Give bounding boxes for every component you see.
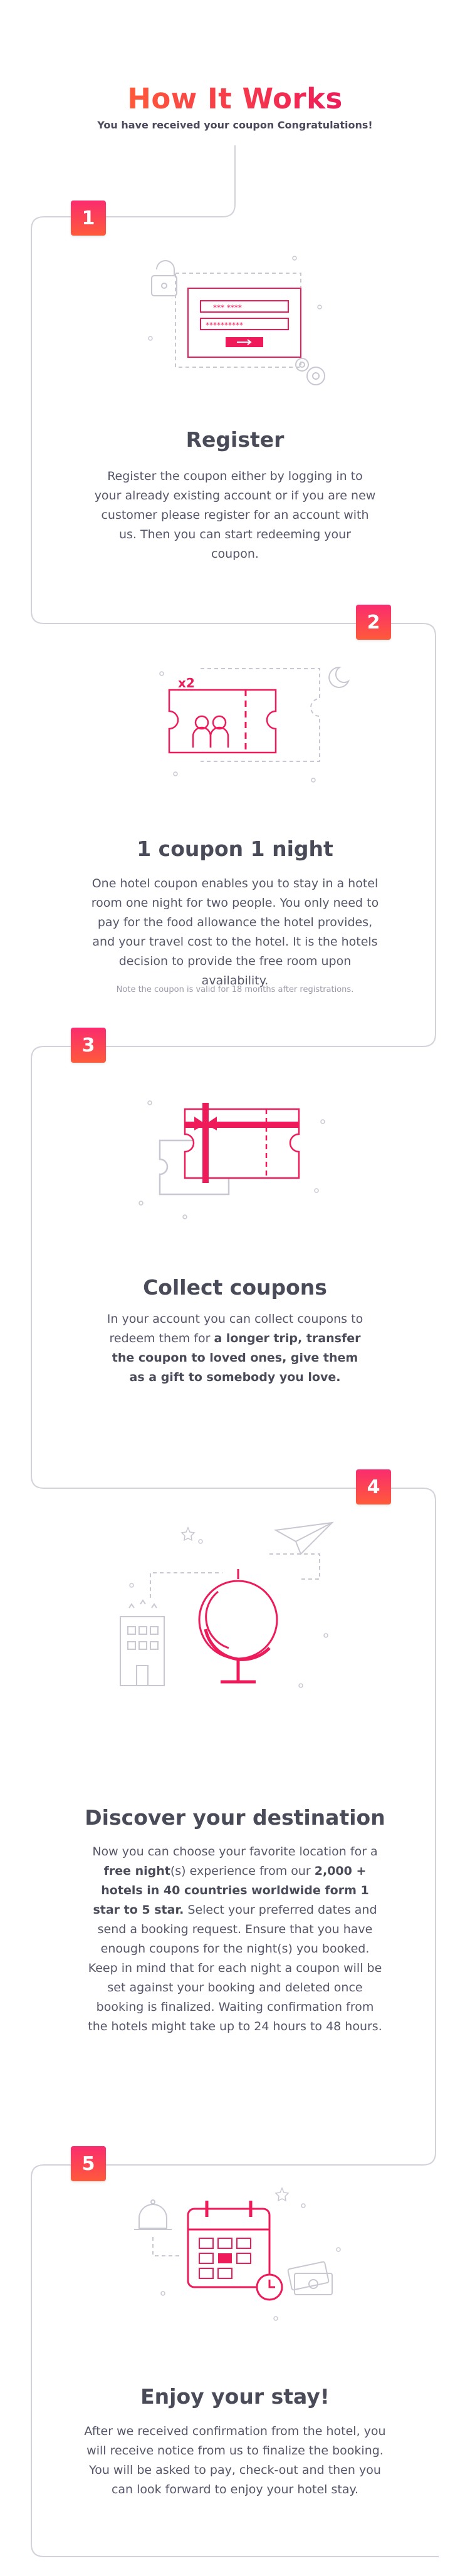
step-5-badge: 5: [71, 2146, 106, 2181]
svg-text:*** ****: *** ****: [213, 303, 242, 312]
calendar-booking-icon: [134, 2187, 341, 2321]
step-1-badge: 1: [71, 201, 106, 236]
register-form-icon: *** **** **********: [148, 256, 325, 385]
step-4-text-part-1: Now you can choose your favorite locatio…: [92, 1845, 378, 1859]
step-5-title: Enjoy your stay!: [140, 2384, 330, 2409]
step-2-text: One hotel coupon enables you to stay in …: [91, 877, 379, 988]
step-5-text: After we received confirmation from the …: [84, 2424, 386, 2496]
gift-coupon-icon: [138, 1100, 325, 1219]
step-3-title: Collect coupons: [143, 1275, 327, 1300]
step-4-badge: 4: [356, 1469, 391, 1504]
step-2-badge: 2: [356, 605, 391, 640]
globe-destination-icon: [120, 1521, 334, 1688]
step-4-text-part-3: Select your preferred dates and send a b…: [88, 1903, 382, 2033]
coupon-multiplier-label: x2: [178, 675, 195, 691]
step-4-text-highlight-1: free night: [103, 1864, 170, 1878]
step-2-note: Note the coupon is valid for 18 months a…: [116, 985, 354, 994]
step-3-text: In your account you can collect coupons …: [107, 1310, 363, 1387]
step-4-text: Now you can choose your favorite locatio…: [88, 1842, 382, 2036]
step-4-title: Discover your destination: [85, 1805, 385, 1830]
step-1-text: Register the coupon either by logging in…: [94, 469, 376, 561]
step-3-badge: 3: [71, 1028, 106, 1063]
svg-text:**********: **********: [206, 321, 243, 330]
step-1-title: Register: [185, 427, 285, 452]
step-2-title: 1 coupon 1 night: [137, 837, 333, 861]
coupon-ticket-icon: x2: [159, 666, 350, 783]
step-4-text-part-2: (s) experience from our: [170, 1864, 315, 1878]
